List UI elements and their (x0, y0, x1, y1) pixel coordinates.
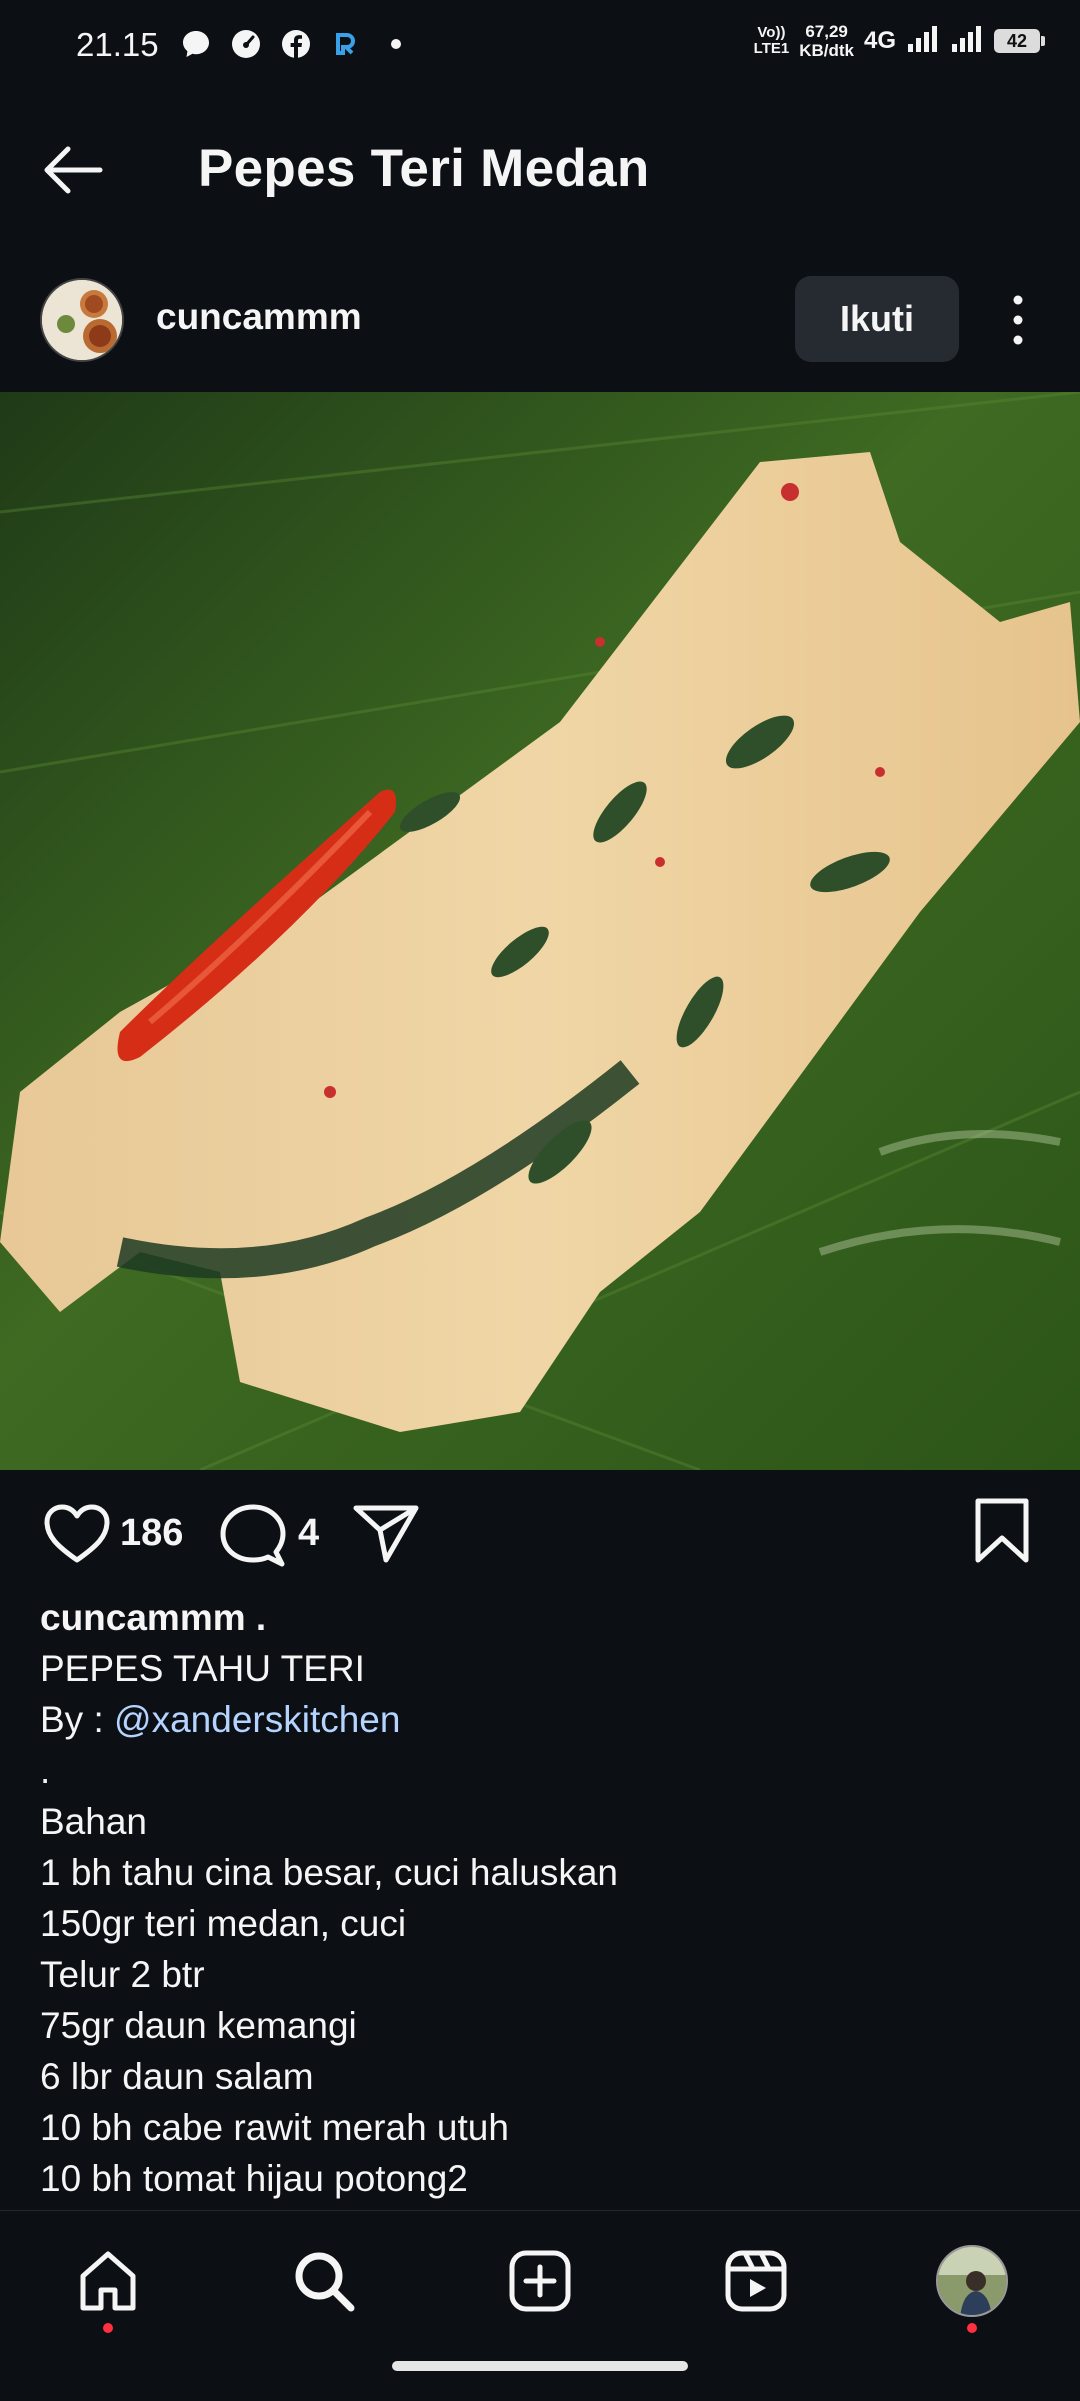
reels-icon (725, 2250, 787, 2312)
avatar[interactable] (40, 278, 124, 362)
comment-count[interactable]: 4 (298, 1512, 319, 1555)
profile-photo-image (938, 2247, 1006, 2315)
post-caption: cuncammm . PEPES TAHU TERI By : @xanders… (40, 1592, 1040, 2204)
speed-unit: KB/dtk (799, 41, 854, 60)
caption-line: Bahan (40, 1801, 147, 1842)
status-bar: 21.15 Vo)) LTE1 67,29 KB/dtk 4G 42 (0, 0, 1080, 96)
bookmark-icon (975, 1498, 1029, 1563)
home-icon (80, 2251, 136, 2311)
heart-icon (44, 1504, 110, 1563)
comment-bubble-icon (220, 1504, 286, 1567)
more-options-button[interactable] (1000, 292, 1036, 348)
caption-username[interactable]: cuncammm . (40, 1592, 1040, 1643)
more-vertical-icon (1013, 295, 1023, 345)
like-count[interactable]: 186 (120, 1512, 183, 1555)
speed-value: 67,29 (805, 22, 848, 41)
share-button[interactable] (350, 1500, 422, 1566)
plus-square-icon (509, 2250, 571, 2312)
system-status: Vo)) LTE1 67,29 KB/dtk 4G 42 (754, 22, 1045, 60)
signal-strength-icon (906, 24, 940, 59)
caption-line: 150gr teri medan, cuci (40, 1903, 407, 1944)
volte-indicator: Vo)) LTE1 (754, 25, 790, 57)
caption-separator: . (40, 1750, 51, 1791)
save-button[interactable] (970, 1496, 1034, 1566)
arrow-left-icon (44, 146, 103, 194)
caption-credit: By : @xanderskitchen (40, 1694, 1040, 1745)
pepes-food-image (0, 392, 1080, 1470)
bottom-navigation (0, 2210, 1080, 2401)
caption-line: 75gr daun kemangi (40, 2005, 357, 2046)
follow-button[interactable]: Ikuti (795, 276, 959, 362)
network-type: 4G (863, 27, 896, 54)
nav-search[interactable] (284, 2241, 364, 2321)
mention-link[interactable]: @xanderskitchen (114, 1699, 400, 1740)
nav-home[interactable] (68, 2241, 148, 2333)
app-logo-icon (328, 26, 364, 62)
nav-create[interactable] (500, 2241, 580, 2321)
caption-line: 10 bh tomat hijau potong2 (40, 2158, 468, 2199)
volte-label: Vo)) (757, 24, 786, 41)
profile-notification-dot (967, 2323, 977, 2333)
home-notification-dot (103, 2323, 113, 2333)
comment-button[interactable] (218, 1502, 288, 1568)
facebook-icon (278, 26, 314, 62)
caption-title: PEPES TAHU TERI (40, 1648, 365, 1689)
battery-level: 42 (1006, 30, 1028, 51)
status-time: 21.15 (76, 26, 159, 63)
nav-reels[interactable] (716, 2241, 796, 2321)
credit-label: By : (40, 1699, 115, 1740)
caption-line: Telur 2 btr (40, 1954, 205, 1995)
caption-line: 6 lbr daun salam (40, 2056, 314, 2097)
signal-strength-2-icon (950, 24, 984, 59)
like-button[interactable] (42, 1502, 112, 1566)
message-bubble-icon (178, 26, 214, 62)
nav-profile[interactable] (932, 2241, 1012, 2333)
search-icon (295, 2252, 355, 2312)
post-username[interactable]: cuncammm (156, 296, 362, 338)
back-button[interactable] (38, 140, 118, 204)
home-indicator-bar[interactable] (392, 2361, 688, 2371)
battery-icon: 42 (994, 29, 1045, 53)
avatar-food-image (42, 280, 122, 360)
send-paper-plane-icon (353, 1505, 419, 1563)
profile-avatar (936, 2245, 1008, 2317)
post-photo[interactable] (0, 392, 1080, 1470)
more-notifications-dot-icon (378, 26, 414, 62)
network-speed: 67,29 KB/dtk (799, 22, 854, 60)
notification-icons (178, 26, 414, 62)
lte-label: LTE1 (753, 40, 790, 57)
caption-line: 1 bh tahu cina besar, cuci haluskan (40, 1852, 618, 1893)
page-title: Pepes Teri Medan (198, 139, 650, 198)
caption-line: 10 bh cabe rawit merah utuh (40, 2107, 509, 2148)
speed-gauge-icon (228, 26, 264, 62)
